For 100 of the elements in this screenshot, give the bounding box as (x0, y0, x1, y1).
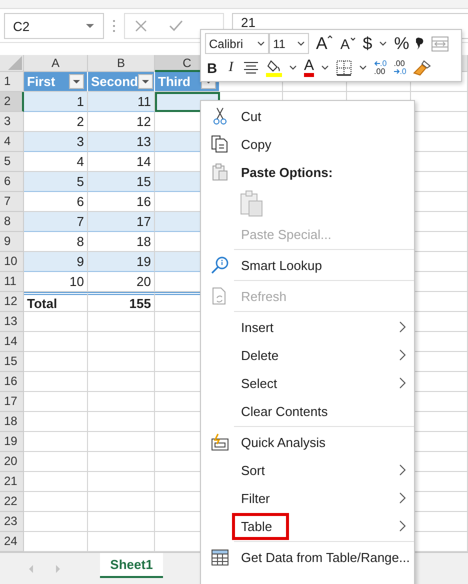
table-cell: 3 (24, 132, 88, 152)
table-cell (24, 372, 88, 392)
name-box[interactable]: C2 (4, 13, 104, 39)
table-cell: 13 (88, 132, 155, 152)
table-cell: 20 (88, 272, 155, 292)
row-header[interactable]: 22 (0, 492, 24, 512)
header-label: Third (158, 74, 190, 89)
column-header[interactable]: A (24, 55, 88, 72)
column-header[interactable]: B (88, 55, 155, 72)
row-header[interactable]: 13 (0, 312, 24, 332)
menu-item[interactable]: Filter (232, 484, 279, 512)
table-cell: Total (24, 292, 88, 312)
table-cell: 19 (88, 252, 155, 272)
caret-icon (85, 23, 95, 29)
caret-icon[interactable] (321, 65, 330, 70)
menu-item[interactable]: Sort (232, 456, 274, 484)
row-header[interactable]: 3 (0, 112, 24, 132)
table-cell (24, 452, 88, 472)
row-header[interactable]: 16 (0, 372, 24, 392)
center-align-icon[interactable] (243, 60, 259, 74)
row-header[interactable]: 20 (0, 452, 24, 472)
merge-cells-icon[interactable] (431, 36, 450, 52)
table-cell (24, 332, 88, 352)
row-header[interactable]: 6 (0, 172, 24, 192)
filter-dropdown-icon[interactable] (69, 74, 84, 89)
caret-icon[interactable] (379, 41, 388, 46)
refresh-icon (212, 287, 228, 305)
search-icon (210, 256, 228, 274)
table-cell (24, 352, 88, 372)
table-cell: 15 (88, 172, 155, 192)
copy-icon (210, 135, 228, 153)
table-cell (24, 512, 88, 532)
italic-button[interactable]: I (226, 60, 236, 74)
fill-color-icon[interactable] (266, 58, 282, 76)
row-header[interactable]: 10 (0, 252, 24, 272)
comma-style-icon[interactable] (416, 37, 424, 50)
table-cell (24, 472, 88, 492)
row-header[interactable]: 4 (0, 132, 24, 152)
row-header[interactable]: 21 (0, 472, 24, 492)
bold-button[interactable]: B (205, 60, 219, 74)
table-cell: 5 (24, 172, 88, 192)
row-header[interactable]: 19 (0, 432, 24, 452)
menu-item[interactable]: Quick Analysis (232, 428, 335, 456)
row-header[interactable]: 5 (0, 152, 24, 172)
table-cell: 9 (24, 252, 88, 272)
row-header[interactable]: 9 (0, 232, 24, 252)
font-name: Calibri (209, 36, 244, 50)
font-color-button[interactable]: A (304, 58, 314, 77)
caret-icon[interactable] (289, 65, 297, 70)
row-header[interactable]: 1 (0, 72, 24, 92)
row-header[interactable]: 12 (0, 292, 24, 312)
clipboard-icon (212, 163, 228, 181)
caret-icon (297, 41, 305, 46)
row-header[interactable]: 11 (0, 272, 24, 292)
menu-item[interactable]: Cut (232, 102, 270, 130)
table-cell (24, 432, 88, 452)
quick-analysis-icon (210, 433, 228, 451)
caret-icon (257, 41, 265, 46)
row-header[interactable]: 17 (0, 392, 24, 412)
table-cell: 10 (24, 272, 88, 292)
filter-dropdown-icon[interactable] (138, 74, 153, 89)
row-header[interactable]: 8 (0, 212, 24, 232)
menu-item[interactable]: Get Data from Table/Range... (232, 544, 419, 570)
table-cell: 7 (24, 212, 88, 232)
menu-item[interactable]: Delete (232, 342, 288, 368)
caret-icon[interactable] (359, 65, 368, 70)
arrow-left-icon (374, 60, 380, 66)
font-dropdown[interactable]: Calibri (205, 33, 269, 54)
row-header[interactable]: 18 (0, 412, 24, 432)
sheet-tab[interactable]: Sheet1 (100, 553, 163, 578)
arrow-right-icon (394, 68, 400, 74)
borders-icon[interactable] (336, 60, 352, 76)
font-size: 11 (273, 36, 286, 50)
menu-item[interactable]: Table (232, 512, 290, 540)
grip-icon (112, 19, 116, 33)
check-icon[interactable] (169, 20, 183, 32)
row-header[interactable]: 14 (0, 332, 24, 352)
table-cell: 17 (88, 212, 155, 232)
row-header[interactable]: 23 (0, 512, 24, 532)
row-header[interactable]: 15 (0, 352, 24, 372)
table-cell: 155 (88, 292, 155, 312)
menu-item[interactable]: Copy (232, 130, 280, 158)
menu-item[interactable]: Select (232, 370, 286, 396)
increase-decimal-button[interactable]: .0 .00 (374, 60, 387, 76)
caret-down-icon (350, 36, 356, 40)
menu-item[interactable]: Paste Options: (232, 158, 342, 186)
menu-item[interactable]: Clear Contents (232, 398, 337, 424)
format-painter-icon[interactable] (413, 60, 432, 76)
header-label: First (27, 74, 56, 89)
decrease-decimal-button[interactable]: .00 .0 (394, 60, 406, 76)
table-icon (210, 548, 228, 566)
shrink-font-button[interactable]: A (340, 36, 356, 50)
row-header[interactable]: 7 (0, 192, 24, 212)
menu-item[interactable]: Insert (232, 314, 283, 340)
scissors-icon (212, 107, 226, 125)
table-cell: 1 (24, 92, 88, 112)
menu-item[interactable]: Smart Lookup (232, 252, 331, 278)
row-header[interactable]: 2 (0, 92, 24, 112)
font-size-dropdown[interactable]: 11 (269, 33, 309, 54)
row-header[interactable]: 24 (0, 532, 24, 552)
